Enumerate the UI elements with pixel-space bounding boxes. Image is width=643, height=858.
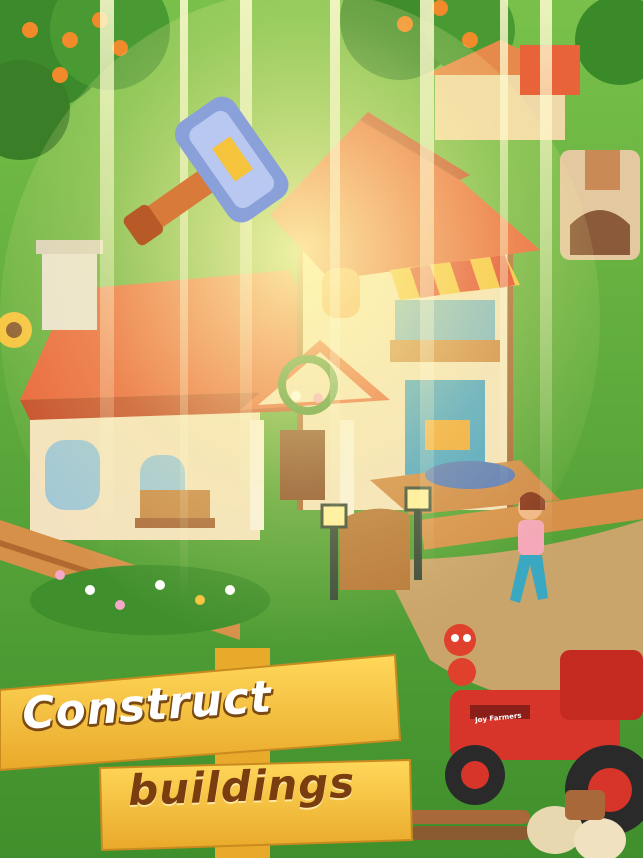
construction-glow: [0, 0, 600, 650]
banner-title-line2: buildings: [127, 758, 356, 815]
